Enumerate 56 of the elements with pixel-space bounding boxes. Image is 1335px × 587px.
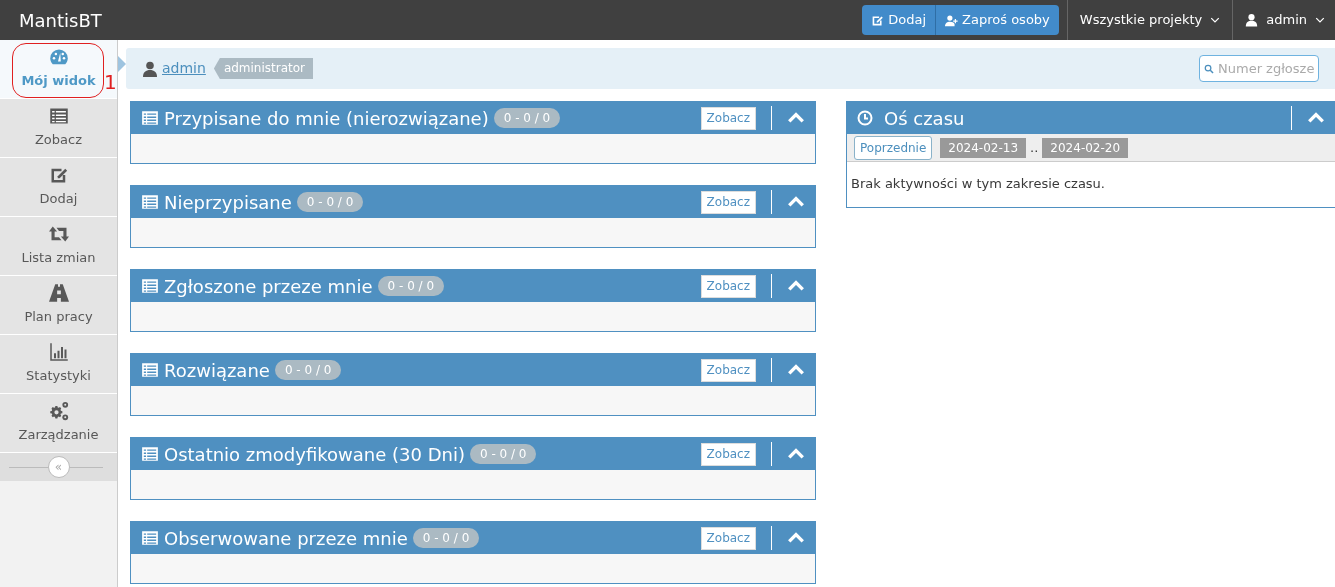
count-badge: 0 - 0 / 0 xyxy=(469,444,537,464)
app-brand[interactable]: MantisBT xyxy=(19,6,102,34)
widget-title: Przypisane do mnie (nierozwiązane) xyxy=(164,106,489,131)
user-icon xyxy=(142,59,158,78)
list-icon xyxy=(141,277,159,295)
user-dropdown[interactable]: admin xyxy=(1232,0,1335,40)
count-badge: 0 - 0 / 0 xyxy=(493,108,561,128)
gears-icon xyxy=(48,401,69,422)
role-label: administrator xyxy=(213,58,314,79)
add-button[interactable]: Dodaj xyxy=(862,5,937,35)
caret-icon xyxy=(1210,15,1221,25)
view-button[interactable]: Zobacz xyxy=(700,106,756,130)
view-button[interactable]: Zobacz xyxy=(700,274,756,298)
caret-icon xyxy=(1315,15,1325,25)
clock-icon xyxy=(857,110,873,126)
date-label: 2024-02-13 xyxy=(940,137,1027,158)
project-dropdown[interactable]: Wszystkie projekty xyxy=(1066,0,1233,40)
collapse-button[interactable]: « xyxy=(47,456,70,478)
list-icon xyxy=(48,106,69,127)
date-separator: .. xyxy=(1030,138,1039,157)
widget-title: Zgłoszone przeze mnie xyxy=(164,274,373,299)
sidebar-item[interactable]: Dodaj xyxy=(0,158,117,217)
list-icon xyxy=(141,361,159,379)
road-icon xyxy=(48,283,69,304)
list-icon xyxy=(141,445,159,463)
sidebar-item[interactable]: Statystyki xyxy=(0,335,117,394)
count-badge: 0 - 0 / 0 xyxy=(412,528,480,548)
sidebar-item[interactable]: Zobacz xyxy=(0,99,117,158)
empty-message: Brak aktywności w tym zakresie czasu. xyxy=(851,176,1105,191)
widget-title: Rozwiązane xyxy=(164,358,270,383)
bar-chart-icon xyxy=(48,342,69,363)
widget-title: Ostatnio zmodyfikowane (30 Dni) xyxy=(164,442,465,467)
widget-title: Nieprzypisane xyxy=(164,190,292,215)
user-link[interactable]: admin xyxy=(162,58,206,79)
sidebar-item[interactable]: Lista zmian xyxy=(0,217,117,276)
view-button[interactable]: Zobacz xyxy=(700,190,756,214)
widget-title: Oś czasu xyxy=(884,106,965,131)
list-icon xyxy=(141,109,159,127)
list-icon xyxy=(141,529,159,547)
annotation-number: 1 xyxy=(104,72,117,92)
view-button[interactable]: Zobacz xyxy=(700,526,756,550)
view-button[interactable]: Zobacz xyxy=(700,442,756,466)
list-icon xyxy=(141,193,159,211)
sidebar-item[interactable]: Zarządzanie xyxy=(0,394,117,453)
count-badge: 0 - 0 / 0 xyxy=(377,276,445,296)
count-badge: 0 - 0 / 0 xyxy=(274,360,342,380)
view-button[interactable]: Zobacz xyxy=(700,358,756,382)
search-field[interactable]: Numer zgłosze xyxy=(1199,55,1319,82)
invite-button[interactable]: Zaproś osoby xyxy=(936,5,1059,35)
widget-title: Obserwowane przeze mnie xyxy=(164,526,408,551)
date-label: 2024-02-20 xyxy=(1042,137,1129,158)
user-plus-icon xyxy=(945,13,959,27)
previous-button[interactable]: Poprzednie xyxy=(854,135,933,160)
count-badge: 0 - 0 / 0 xyxy=(296,192,364,212)
user-icon xyxy=(1245,13,1259,27)
sidebar-item[interactable]: Plan pracy xyxy=(0,276,117,335)
